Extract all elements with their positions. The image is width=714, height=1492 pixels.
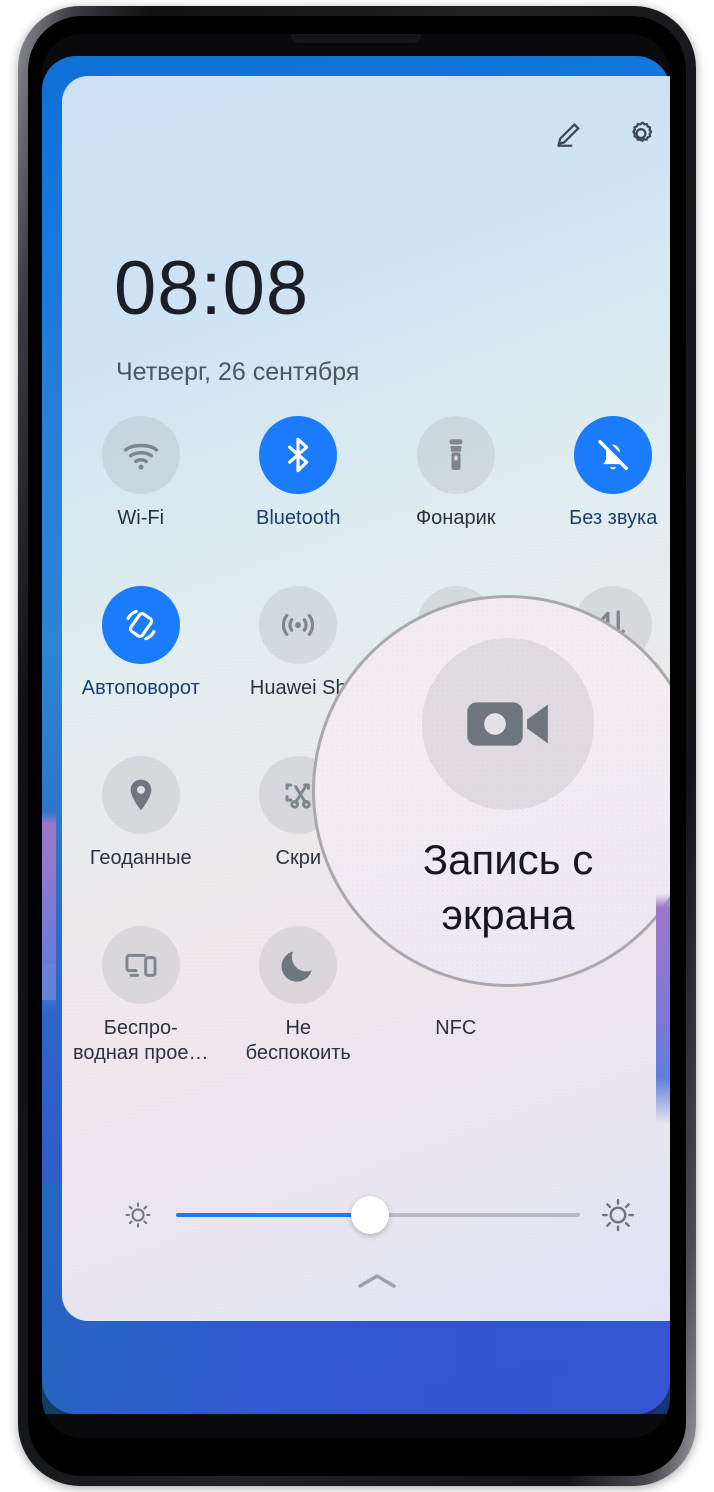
toggle-location[interactable]: Геоданные	[62, 756, 220, 926]
slider-thumb[interactable]	[350, 1196, 389, 1234]
toggle-circle[interactable]	[101, 586, 180, 664]
toggle-bluetooth[interactable]: Bluetooth	[220, 416, 378, 586]
toggle-label: Скри	[275, 847, 322, 869]
toggle-circle[interactable]	[416, 416, 495, 494]
toggle-label: Фонарик	[415, 507, 496, 529]
toggle-circle[interactable]	[101, 416, 180, 494]
phone-device: 08:08 Четверг, 26 сентября Wi-Fi Bluetoo…	[18, 6, 696, 1486]
toggle-label: Беспро- водная прое…	[72, 1017, 209, 1064]
device-edge-right-glow	[656, 894, 670, 1124]
toggle-label: NFC	[435, 1017, 477, 1039]
chevron-up-icon[interactable]	[354, 1270, 400, 1297]
toggle-label: Wi-Fi	[117, 507, 165, 529]
brightness-low-icon	[116, 1199, 160, 1231]
slider-fill	[176, 1213, 370, 1217]
toggle-label: Геоданные	[89, 847, 192, 869]
toggle-do-not-disturb[interactable]: Не беспокоить	[220, 926, 378, 1096]
toggle-label: Автоповорот	[81, 677, 200, 699]
toggle-circle[interactable]	[259, 416, 338, 494]
toggle-circle[interactable]	[101, 756, 180, 834]
phone-screen: 08:08 Четверг, 26 сентября Wi-Fi Bluetoo…	[42, 34, 670, 1438]
clock-date: Четверг, 26 сентября	[116, 358, 360, 386]
screen-record-camera-icon	[422, 638, 594, 810]
gear-settings-icon[interactable]	[624, 118, 658, 152]
phone-bezel: 08:08 Четверг, 26 сентября Wi-Fi Bluetoo…	[28, 16, 686, 1476]
toggle-label: Huawei Sh	[249, 677, 347, 699]
toggle-circle[interactable]	[101, 926, 180, 1004]
toggle-circle[interactable]	[574, 416, 653, 494]
toggle-label: Не беспокоить	[245, 1017, 351, 1064]
brightness-slider[interactable]	[176, 1196, 580, 1234]
toggle-wifi[interactable]: Wi-Fi	[62, 416, 220, 586]
brightness-row	[62, 1187, 670, 1243]
earpiece-notch	[291, 34, 421, 43]
device-edge-left-glow2	[42, 964, 56, 1000]
toggle-label: Bluetooth	[255, 507, 341, 529]
toggle-label: Без звука	[569, 507, 658, 529]
toggle-circle[interactable]	[259, 926, 338, 1004]
toggle-wireless-projection[interactable]: Беспро- водная прое…	[62, 926, 220, 1096]
toggle-flashlight[interactable]: Фонарик	[377, 416, 535, 586]
toggle-circle[interactable]	[259, 586, 338, 664]
magnifier-label: Запись с экрана	[422, 836, 594, 939]
toggle-silent[interactable]: Без звука	[535, 416, 671, 586]
panel-header	[550, 118, 658, 152]
toggle-row: Wi-Fi Bluetooth Фонарик Без звука	[62, 416, 670, 586]
brightness-high-icon	[596, 1196, 640, 1234]
toggle-auto-rotate[interactable]: Автоповорот	[62, 586, 220, 756]
clock-time: 08:08	[114, 246, 310, 331]
pencil-edit-icon[interactable]	[550, 118, 584, 152]
